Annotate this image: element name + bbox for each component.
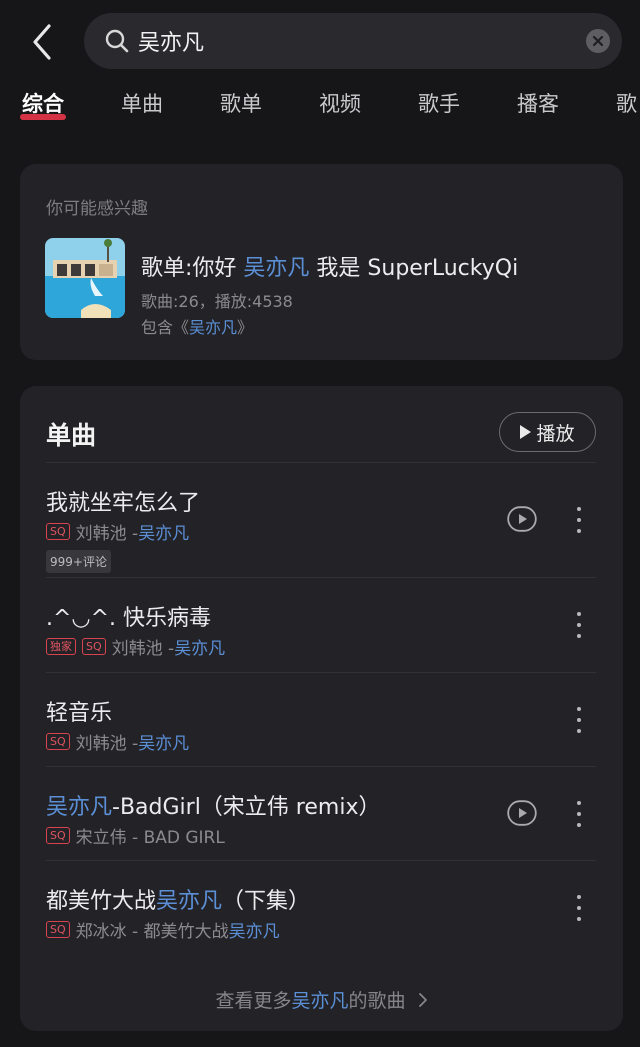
songs-section: 单曲 播放 我就坐牢怎么了 SQ 刘韩池 - 吴亦凡 999+评论 .^◡^. 快… bbox=[20, 386, 623, 1031]
sq-badge: SQ bbox=[46, 733, 70, 750]
song-title: 轻音乐 bbox=[46, 701, 113, 726]
exclusive-badge: 独家 bbox=[46, 638, 76, 655]
song-artist: SQ 宋立伟 - BAD GIRL bbox=[46, 823, 225, 848]
suggestion-label: 你可能感兴趣 bbox=[46, 199, 148, 219]
chevron-left-icon bbox=[33, 24, 51, 60]
song-row[interactable]: .^◡^. 快乐病毒 独家 SQ 刘韩池 - 吴亦凡 bbox=[46, 577, 596, 672]
more-options-icon[interactable] bbox=[574, 507, 584, 533]
search-icon bbox=[105, 29, 129, 53]
more-options-icon[interactable] bbox=[574, 801, 584, 827]
comment-count-badge: 999+评论 bbox=[46, 550, 111, 573]
song-title: .^◡^. 快乐病毒 bbox=[46, 606, 212, 631]
active-tab-indicator bbox=[20, 114, 66, 120]
playlist-contains: 包含《吴亦凡》 bbox=[141, 318, 254, 337]
play-icon bbox=[520, 425, 532, 439]
see-more-songs-link[interactable]: 查看更多吴亦凡的歌曲 bbox=[20, 986, 623, 1013]
song-row[interactable]: 都美竹大战吴亦凡（下集） SQ 郑冰冰 - 都美竹大战 吴亦凡 bbox=[46, 860, 596, 955]
tab-artists[interactable]: 歌手 bbox=[418, 88, 460, 118]
song-title: 都美竹大战吴亦凡（下集） bbox=[46, 889, 311, 914]
song-artist: 独家 SQ 刘韩池 - 吴亦凡 bbox=[46, 634, 225, 659]
playlist-title[interactable]: 歌单:你好 吴亦凡 我是 SuperLuckyQi bbox=[141, 250, 518, 282]
clear-search-button[interactable] bbox=[586, 29, 610, 53]
close-icon bbox=[592, 35, 604, 47]
chevron-right-icon bbox=[418, 993, 427, 1007]
song-row[interactable]: 轻音乐 SQ 刘韩池 - 吴亦凡 bbox=[46, 672, 596, 766]
sq-badge: SQ bbox=[46, 523, 70, 540]
tab-songs[interactable]: 单曲 bbox=[121, 88, 163, 118]
song-artist: SQ 刘韩池 - 吴亦凡 bbox=[46, 519, 189, 544]
category-tabs: 综合 单曲 歌单 视频 歌手 播客 歌 bbox=[0, 88, 640, 128]
mv-play-icon[interactable] bbox=[507, 800, 537, 826]
search-input[interactable]: 吴亦凡 bbox=[138, 25, 586, 57]
song-artist: SQ 刘韩池 - 吴亦凡 bbox=[46, 729, 189, 754]
playlist-stats: 歌曲:26，播放:4538 bbox=[141, 292, 293, 311]
playlist-cover bbox=[45, 238, 125, 318]
section-title: 单曲 bbox=[46, 421, 97, 450]
more-options-icon[interactable] bbox=[574, 612, 584, 638]
song-row[interactable]: 吴亦凡-BadGirl（宋立伟 remix） SQ 宋立伟 - BAD GIRL bbox=[46, 766, 596, 860]
sq-badge: SQ bbox=[46, 921, 70, 938]
tab-podcasts[interactable]: 播客 bbox=[517, 88, 559, 118]
more-options-icon[interactable] bbox=[574, 707, 584, 733]
back-button[interactable] bbox=[22, 20, 62, 64]
song-artist: SQ 郑冰冰 - 都美竹大战 吴亦凡 bbox=[46, 917, 280, 942]
song-title: 我就坐牢怎么了 bbox=[46, 491, 201, 516]
song-title: 吴亦凡-BadGirl（宋立伟 remix） bbox=[46, 795, 381, 820]
play-all-button[interactable]: 播放 bbox=[499, 412, 596, 452]
search-bar[interactable]: 吴亦凡 bbox=[84, 13, 622, 69]
tab-lyrics[interactable]: 歌 bbox=[616, 88, 637, 118]
tab-videos[interactable]: 视频 bbox=[319, 88, 361, 118]
suggestion-card[interactable]: 你可能感兴趣 歌单:你好 吴亦凡 我是 SuperLuckyQi 歌曲:26，播… bbox=[20, 164, 623, 360]
tab-playlists[interactable]: 歌单 bbox=[220, 88, 262, 118]
sq-badge: SQ bbox=[82, 638, 106, 655]
mv-play-icon[interactable] bbox=[507, 506, 537, 532]
tab-comprehensive[interactable]: 综合 bbox=[20, 88, 66, 120]
song-row[interactable]: 我就坐牢怎么了 SQ 刘韩池 - 吴亦凡 999+评论 bbox=[46, 462, 596, 577]
more-options-icon[interactable] bbox=[574, 895, 584, 921]
sq-badge: SQ bbox=[46, 827, 70, 844]
